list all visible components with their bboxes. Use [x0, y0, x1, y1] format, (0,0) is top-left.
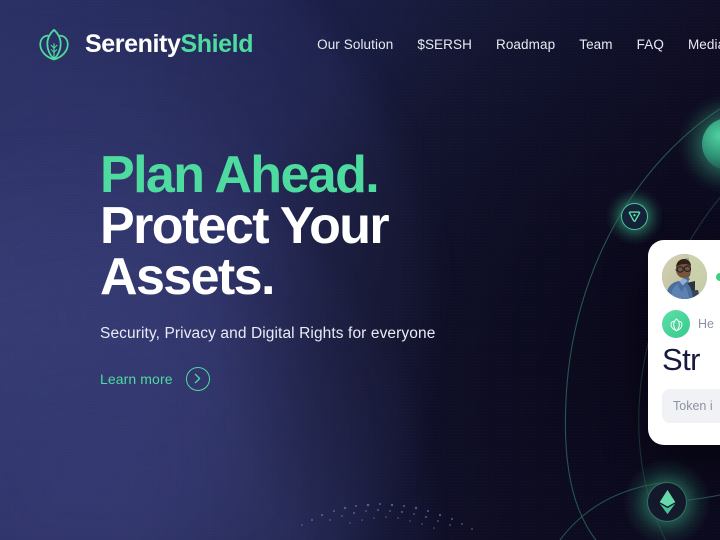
product-preview-card[interactable]: He Str Token i — [648, 240, 720, 445]
sersh-token-icon[interactable] — [621, 203, 648, 230]
card-greeting-text: He — [698, 317, 714, 331]
nav-item-our-solution[interactable]: Our Solution — [305, 31, 405, 58]
avatar-photo — [662, 254, 707, 299]
page-title: Plan Ahead. Protect Your Assets. — [100, 146, 435, 306]
main-navigation: Our Solution $SERSH Roadmap Team FAQ Med… — [305, 29, 720, 59]
lotus-shield-icon — [39, 28, 69, 61]
brand-name: SerenityShield — [85, 29, 254, 58]
nav-item-sersh[interactable]: $SERSH — [405, 31, 484, 58]
nav-item-media[interactable]: Media — [676, 31, 720, 58]
lotus-shield-icon — [662, 310, 690, 338]
nav-item-team[interactable]: Team — [567, 31, 624, 58]
ethereum-icon[interactable] — [647, 482, 687, 522]
site-header: SerenityShield Our Solution $SERSH Roadm… — [0, 0, 720, 88]
brand-word-2: Shield — [180, 29, 254, 58]
planet-orb-icon — [702, 118, 720, 170]
hero-content: Plan Ahead. Protect Your Assets. Securit… — [100, 146, 436, 391]
nav-item-roadmap[interactable]: Roadmap — [484, 31, 567, 58]
card-avatar-row — [662, 254, 720, 299]
avatar — [662, 254, 707, 299]
hero-page: SerenityShield Our Solution $SERSH Roadm… — [0, 0, 720, 540]
headline-line-1: Plan Ahead. — [100, 146, 380, 204]
learn-more-label: Learn more — [100, 370, 173, 387]
card-greeting-row: He — [662, 310, 720, 338]
card-title: Str — [662, 342, 700, 377]
brand-logo[interactable]: SerenityShield — [34, 24, 253, 64]
headline-line-2: Protect Your — [100, 196, 390, 255]
nav-item-faq[interactable]: FAQ — [625, 31, 676, 58]
headline-line-3: Assets. — [100, 247, 275, 306]
particle-arc — [301, 503, 473, 530]
hero-subheadline: Security, Privacy and Digital Rights for… — [100, 324, 436, 342]
brand-word-1: Serenity — [85, 29, 181, 58]
token-input[interactable]: Token i — [662, 389, 720, 423]
status-badge — [716, 272, 720, 281]
chevron-right-icon — [185, 366, 210, 391]
learn-more-link[interactable]: Learn more — [100, 366, 210, 391]
